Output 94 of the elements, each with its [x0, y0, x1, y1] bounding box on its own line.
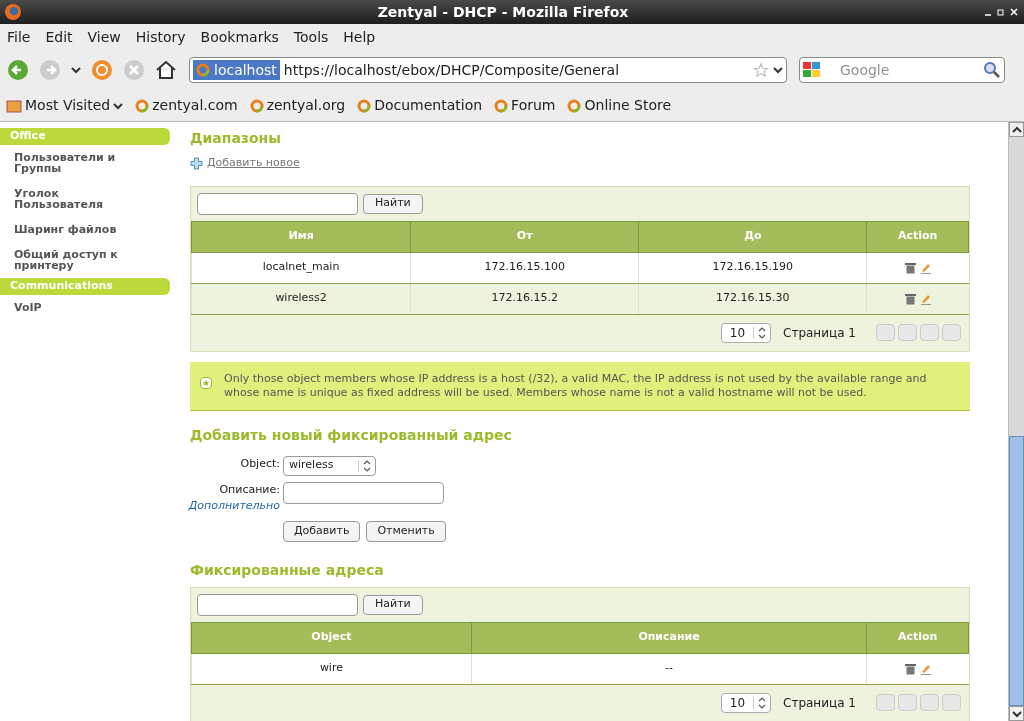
table-cell: 172.16.15.100 [410, 252, 639, 283]
bookmark-link[interactable]: zentyal.org [266, 95, 346, 116]
table-cell: wire [191, 653, 472, 684]
sidebar-item[interactable]: Уголок Пользователя [0, 181, 165, 217]
reload-icon[interactable] [91, 59, 113, 81]
back-icon[interactable] [7, 59, 29, 81]
bookmark-link[interactable]: Forum [511, 95, 556, 116]
forward-icon[interactable] [39, 59, 61, 81]
sidebar-item[interactable]: VoIP [0, 295, 165, 320]
site-logo-icon [567, 98, 582, 113]
window-controls-icon[interactable] [984, 7, 1020, 17]
folder-icon [6, 98, 22, 113]
column-header: Action [866, 221, 969, 252]
spinner-icon [363, 459, 371, 472]
search-engine-icon[interactable] [803, 62, 821, 78]
form-button[interactable]: Отменить [366, 520, 446, 542]
menu-item[interactable]: History [135, 26, 186, 48]
table-cell: 172.16.15.190 [638, 252, 867, 283]
menu-item[interactable]: Help [343, 26, 376, 48]
scrollbar[interactable] [1008, 122, 1024, 721]
search-field[interactable] [197, 593, 358, 616]
advanced-link[interactable]: Дополнительно [188, 498, 280, 515]
column-header: Описание [471, 622, 867, 653]
page-size-select[interactable]: 10 [720, 322, 772, 343]
bookmark-link[interactable]: Documentation [374, 95, 483, 116]
column-header: Action [866, 622, 969, 653]
table-cell: localnet_main [191, 252, 411, 283]
menu-item[interactable]: Bookmarks [200, 26, 279, 48]
page-indicator: Страница 1 [783, 324, 856, 342]
search-button[interactable]: Найти [363, 193, 423, 214]
window-title: Zentyal - DHCP - Mozilla Firefox [376, 2, 630, 22]
table-cell: wireless2 [191, 283, 411, 314]
dropdown-icon[interactable] [71, 66, 81, 74]
sidebar-section-header: Communications [0, 278, 170, 295]
info-text: Only those object members whose IP address is a host (/32), a valid MAC, the IP address is not used by the available range and whose name is unique as fixed address will be used. Members whose name is not a valid hostname will not be used. [224, 371, 928, 400]
column-header: Имя [191, 221, 411, 252]
spinner-icon [758, 696, 767, 709]
bookmark-link[interactable]: Most Visited [25, 95, 111, 116]
site-logo-icon [357, 98, 372, 113]
form-button[interactable]: Добавить [283, 520, 361, 542]
field-label: Описание: [219, 481, 280, 498]
field-label: Object: [239, 455, 280, 472]
section-title: Фиксированные адреса [190, 560, 385, 580]
site-logo-icon [135, 98, 150, 113]
search-button[interactable]: Найти [363, 594, 423, 615]
add-icon[interactable] [190, 156, 203, 170]
address-bar[interactable]: localhost https://localhost/ebox/DHCP/Composite/General [189, 57, 787, 83]
spinner-icon [758, 326, 767, 339]
pencil-icon[interactable] [919, 261, 931, 274]
trash-icon[interactable] [904, 261, 916, 274]
sidebar-section-header: Office [0, 128, 170, 145]
menu-item[interactable]: Tools [293, 26, 329, 48]
site-identity-badge[interactable]: localhost [193, 60, 280, 80]
menu-item[interactable]: Edit [45, 26, 73, 48]
menu-item[interactable]: File [7, 26, 31, 48]
dropdown-icon[interactable] [773, 66, 783, 74]
table-cell: 172.16.15.30 [638, 283, 867, 314]
page-indicator: Страница 1 [783, 694, 856, 712]
sidebar-item[interactable]: Шаринг файлов [0, 217, 165, 242]
search-field[interactable]: Google [799, 57, 1005, 83]
column-header: От [410, 221, 639, 252]
sidebar-item[interactable]: Пользователи и Группы [0, 145, 165, 181]
dropdown-icon[interactable] [113, 101, 124, 110]
add-new-link[interactable]: Добавить новое [207, 155, 300, 172]
scroll-up-icon[interactable] [1011, 125, 1022, 134]
site-logo-icon [249, 98, 264, 113]
search-icon[interactable] [984, 62, 1000, 78]
menu-item[interactable]: View [87, 26, 121, 48]
scroll-thumb[interactable] [1009, 436, 1024, 706]
search-field[interactable] [197, 192, 358, 215]
object-select[interactable]: wireless [283, 455, 376, 476]
bookmark-star-icon[interactable] [753, 62, 769, 78]
bookmark-link[interactable]: zentyal.com [152, 95, 238, 116]
site-logo-icon [196, 63, 210, 77]
sidebar-item[interactable]: Общий доступ к принтеру [0, 242, 165, 278]
home-icon[interactable] [155, 59, 177, 81]
description-field[interactable] [283, 481, 444, 504]
browser-logo-icon [4, 3, 22, 21]
trash-icon[interactable] [904, 662, 916, 675]
bookmark-link[interactable]: Online Store [584, 95, 672, 116]
scroll-down-icon[interactable] [1011, 709, 1022, 718]
url-text: https://localhost/ebox/DHCP/Composite/General [283, 60, 621, 80]
site-logo-icon [494, 98, 509, 113]
pencil-icon[interactable] [919, 662, 931, 675]
page-size-select[interactable]: 10 [720, 692, 772, 713]
section-title: Диапазоны [190, 129, 282, 148]
trash-icon[interactable] [904, 292, 916, 305]
table-cell: -- [471, 653, 867, 684]
section-title: Добавить новый фиксированный адрес [190, 425, 513, 445]
column-header: Object [191, 622, 472, 653]
pencil-icon[interactable] [919, 292, 931, 305]
table-cell: 172.16.15.2 [410, 283, 639, 314]
stop-icon[interactable] [123, 59, 145, 81]
column-header: До [638, 221, 867, 252]
